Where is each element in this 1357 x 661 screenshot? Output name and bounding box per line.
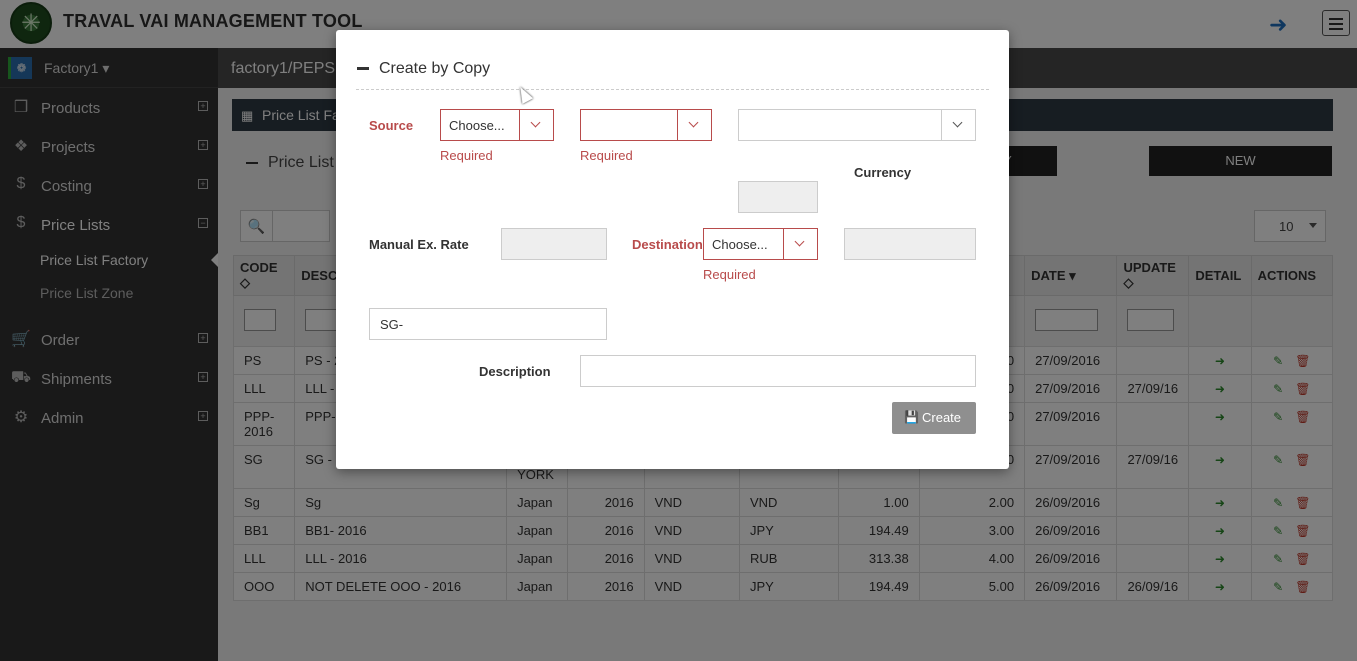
destination-field [844,228,976,260]
collapse-icon[interactable] [357,67,369,70]
destination-required-msg: Required [703,267,756,282]
source-select-value: Choose... [449,118,505,133]
save-icon: 💾 [904,410,919,424]
source-pricelist-select[interactable] [580,109,712,141]
chevron-down-icon [677,110,711,140]
source-select[interactable]: Choose... [440,109,554,141]
description-label: Description [479,364,551,379]
chevron-down-icon [941,110,975,140]
destination-label: Destination [632,237,703,252]
manual-rate-label: Manual Ex. Rate [369,237,469,252]
modal-title: Create by Copy [379,60,491,77]
chevron-down-icon [783,229,817,259]
create-button[interactable]: 💾 Create [892,402,976,434]
manual-rate-field[interactable] [501,228,607,260]
destination-select-value: Choose... [712,237,768,252]
description-input[interactable] [580,355,976,387]
source-required-msg: Required [440,148,493,163]
code-input[interactable]: SG- [369,308,607,340]
source-pricelist-required-msg: Required [580,148,633,163]
create-button-label: Create [922,410,962,425]
modal-header: Create by Copy [356,60,989,90]
currency-label: Currency [854,165,912,180]
source-label: Source [369,118,414,133]
chevron-down-icon [519,110,553,140]
third-select[interactable] [738,109,976,141]
destination-select[interactable]: Choose... [703,228,818,260]
create-by-copy-modal: Create by Copy Source Choose... Required… [336,30,1009,469]
currency-field [738,181,818,213]
